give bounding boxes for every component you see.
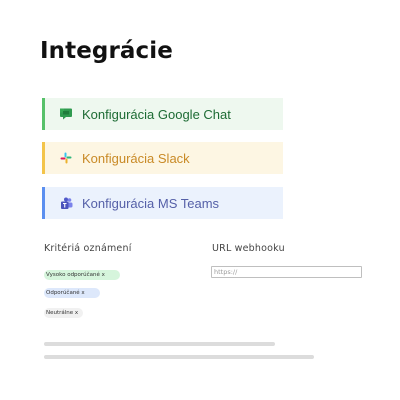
skeleton-line [44, 342, 275, 346]
skeleton-line [44, 355, 314, 359]
integrations-page: Integrácie Konfigurácia Google Chat Konf… [0, 0, 400, 400]
criteria-chip-neutral[interactable]: Neutrálne x [44, 308, 83, 318]
ms-teams-config-button[interactable]: Konfigurácia MS Teams [42, 187, 283, 219]
ms-teams-config-label: Konfigurácia MS Teams [82, 195, 220, 211]
criteria-chip-highly-recommended[interactable]: Vysoko odporúčané x [44, 270, 120, 280]
google-chat-icon [59, 107, 73, 121]
slack-icon [59, 151, 73, 165]
webhook-url-input[interactable] [211, 266, 362, 278]
ms-teams-icon [59, 196, 73, 210]
google-chat-config-button[interactable]: Konfigurácia Google Chat [42, 98, 283, 130]
criteria-chip-recommended[interactable]: Odporúčané x [44, 288, 100, 298]
criteria-label: Kritériá oznámení [44, 243, 132, 254]
google-chat-config-label: Konfigurácia Google Chat [82, 106, 231, 122]
webhook-label: URL webhooku [212, 243, 285, 254]
page-title: Integrácie [40, 38, 173, 64]
slack-config-button[interactable]: Konfigurácia Slack [42, 142, 283, 174]
slack-config-label: Konfigurácia Slack [82, 150, 190, 166]
